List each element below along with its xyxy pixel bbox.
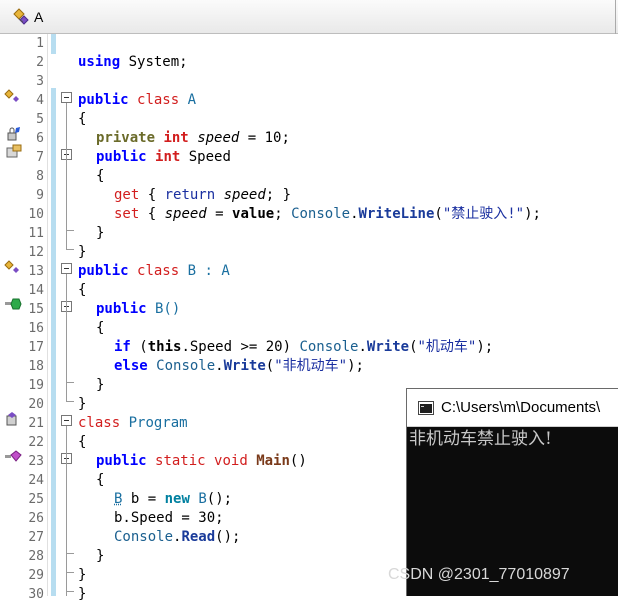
code-line: } bbox=[78, 566, 86, 585]
code-line: public B() bbox=[96, 300, 180, 319]
change-marker bbox=[51, 34, 56, 54]
line-number: 24 bbox=[22, 471, 44, 490]
class-navigation-bar[interactable]: A bbox=[0, 0, 618, 34]
code-line: { bbox=[96, 471, 104, 490]
line-number: 23 bbox=[22, 452, 44, 471]
code-line: } bbox=[96, 376, 104, 395]
code-line: { bbox=[78, 281, 86, 300]
line-number: 30 bbox=[22, 585, 44, 604]
code-line: else Console.Write("非机动车"); bbox=[114, 357, 364, 376]
console-title-bar[interactable]: C:\Users\m\Documents\ bbox=[407, 389, 618, 427]
outline-end bbox=[66, 249, 74, 250]
line-number: 1 bbox=[22, 34, 44, 53]
constructor-icon bbox=[4, 296, 24, 312]
line-number: 2 bbox=[22, 53, 44, 72]
line-number: 21 bbox=[22, 414, 44, 433]
line-number: 16 bbox=[22, 319, 44, 338]
line-number: 29 bbox=[22, 566, 44, 585]
code-line: public int Speed bbox=[96, 148, 231, 167]
line-number: 13 bbox=[22, 262, 44, 281]
console-output: 非机动车禁止驶入! bbox=[409, 427, 552, 451]
line-number: 12 bbox=[22, 243, 44, 262]
line-number: 4 bbox=[22, 91, 44, 110]
class-member-icon-b bbox=[4, 259, 24, 275]
line-number: 26 bbox=[22, 509, 44, 528]
console-title: C:\Users\m\Documents\ bbox=[441, 399, 600, 416]
outline-end bbox=[66, 401, 74, 402]
code-line: B b = new B(); bbox=[114, 490, 232, 509]
code-line: set { speed = value; Console.WriteLine("… bbox=[114, 205, 541, 224]
line-number: 14 bbox=[22, 281, 44, 300]
property-icon bbox=[4, 144, 24, 160]
outline-guide bbox=[66, 103, 67, 249]
line-number: 8 bbox=[22, 167, 44, 186]
outline-end bbox=[66, 382, 74, 383]
code-line: { bbox=[78, 433, 86, 452]
code-line: if (this.Speed >= 20) Console.Write("机动车… bbox=[114, 338, 493, 357]
outline-end bbox=[66, 572, 74, 573]
code-line: } bbox=[78, 243, 86, 262]
code-line: } bbox=[78, 585, 86, 604]
code-line: using System; bbox=[78, 53, 188, 72]
line-number: 28 bbox=[22, 547, 44, 566]
console-icon bbox=[418, 401, 434, 415]
watermark: CSDN @2301_77010897 bbox=[388, 566, 570, 584]
line-number: 15 bbox=[22, 300, 44, 319]
line-number: 18 bbox=[22, 357, 44, 376]
outline-end bbox=[66, 591, 74, 592]
line-number: 11 bbox=[22, 224, 44, 243]
code-line: } bbox=[96, 224, 104, 243]
line-number: 17 bbox=[22, 338, 44, 357]
console-window[interactable]: C:\Users\m\Documents\ 非机动车禁止驶入! bbox=[406, 388, 618, 596]
line-number: 22 bbox=[22, 433, 44, 452]
code-line: private int speed = 10; bbox=[96, 129, 290, 148]
class-name-label: A bbox=[34, 9, 43, 25]
method-icon bbox=[4, 449, 24, 465]
code-line: class Program bbox=[78, 414, 188, 433]
code-line: { bbox=[96, 319, 104, 338]
class-member-icon bbox=[4, 88, 24, 104]
code-line: public static void Main() bbox=[96, 452, 307, 471]
class-icon bbox=[12, 7, 32, 27]
code-line: public class B : A bbox=[78, 262, 230, 281]
line-number: 6 bbox=[22, 129, 44, 148]
line-number: 27 bbox=[22, 528, 44, 547]
code-line: public class A bbox=[78, 91, 196, 110]
code-line: Console.Read(); bbox=[114, 528, 240, 547]
line-number: 19 bbox=[22, 376, 44, 395]
code-line: { bbox=[78, 110, 86, 129]
code-line: } bbox=[78, 395, 86, 414]
change-marker bbox=[51, 88, 56, 596]
outline-end bbox=[66, 230, 74, 231]
code-line: get { return speed; } bbox=[114, 186, 291, 205]
line-number: 3 bbox=[22, 72, 44, 91]
line-number: 25 bbox=[22, 490, 44, 509]
code-line: { bbox=[96, 167, 104, 186]
line-number: 20 bbox=[22, 395, 44, 414]
line-number: 9 bbox=[22, 186, 44, 205]
line-number: 5 bbox=[22, 110, 44, 129]
line-number: 10 bbox=[22, 205, 44, 224]
outline-end bbox=[66, 553, 74, 554]
line-number: 7 bbox=[22, 148, 44, 167]
field-lock-icon bbox=[4, 126, 24, 142]
code-line: b.Speed = 30; bbox=[114, 509, 224, 528]
program-class-icon bbox=[4, 411, 24, 427]
line-number-gutter: 1 2 3 4 5 6 7 8 9 10 11 12 13 14 15 16 1… bbox=[26, 34, 48, 596]
outline-guide bbox=[66, 426, 67, 596]
code-line: } bbox=[96, 547, 104, 566]
